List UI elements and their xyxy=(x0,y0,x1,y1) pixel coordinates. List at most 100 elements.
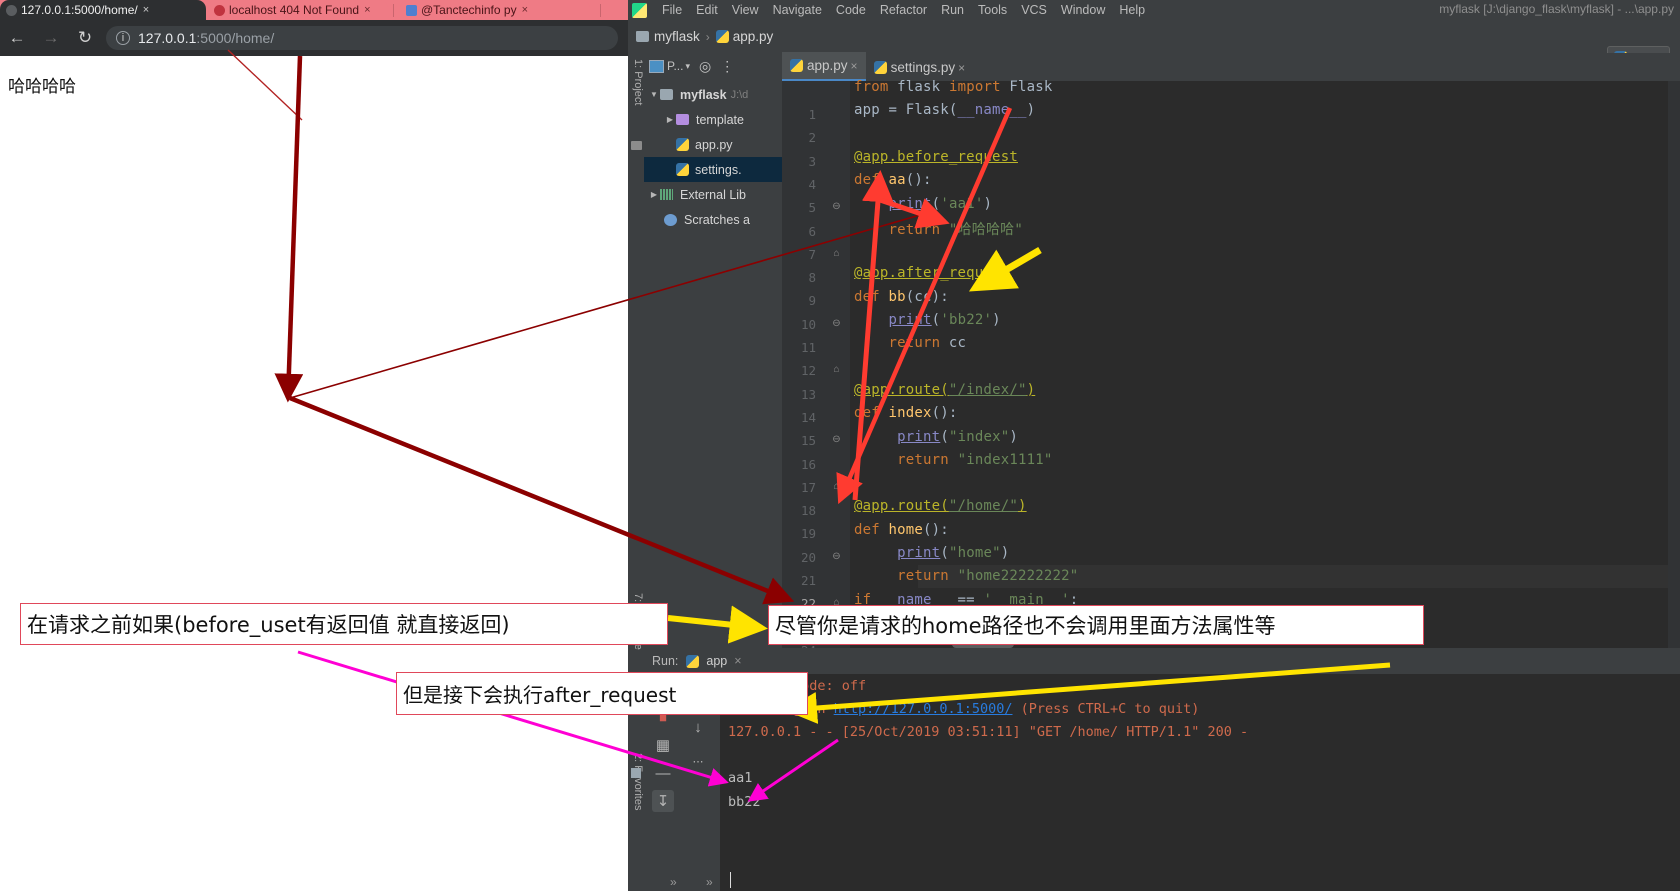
line-number: 4 xyxy=(808,176,816,192)
tree-item-settings-py[interactable]: settings. xyxy=(644,157,782,182)
menu-item-file[interactable]: File xyxy=(655,3,689,17)
menu-item-tools[interactable]: Tools xyxy=(971,3,1014,17)
breadcrumb-project[interactable]: myflask xyxy=(654,29,700,44)
menu-item-view[interactable]: View xyxy=(725,3,766,17)
chevron-down-icon[interactable]: ▼ xyxy=(648,90,660,99)
close-icon[interactable]: × xyxy=(958,61,965,75)
menu-item-refactor[interactable]: Refactor xyxy=(873,3,934,17)
line-number: 3 xyxy=(808,153,816,169)
tab-favicon-icon xyxy=(214,4,225,16)
browser-tab-label: 127.0.0.1:5000/home/ xyxy=(21,3,138,17)
code-line: print('aa1') xyxy=(888,195,993,212)
line-number: 21 xyxy=(800,573,816,588)
menu-item-edit[interactable]: Edit xyxy=(689,3,725,17)
tab-favicon-icon xyxy=(6,4,17,16)
editor-tab-settings-py[interactable]: settings.py × xyxy=(866,54,974,81)
address-bar[interactable]: i 127.0.0.1:5000/home/ xyxy=(106,26,618,50)
folder-icon xyxy=(676,114,689,125)
tab-close-icon[interactable]: × xyxy=(522,4,528,16)
line-number: 20 xyxy=(800,549,816,565)
project-view-icon xyxy=(649,59,664,73)
breadcrumb-toolbar: myflask › app.py app ▾ xyxy=(628,20,1680,69)
sidebar-item-project[interactable]: 1: Project xyxy=(628,59,644,105)
expand-right-icon[interactable]: » xyxy=(706,875,713,889)
scroll-to-end-icon[interactable]: ↧ xyxy=(652,790,674,812)
menu-item-run[interactable]: Run xyxy=(934,3,971,17)
minimize-icon[interactable]: — xyxy=(652,762,674,784)
tree-item-path: J:\d xyxy=(730,88,749,101)
menu-item-window[interactable]: Window xyxy=(1054,3,1112,17)
code-line: print("index") xyxy=(897,428,1018,445)
fold-toggle-icon[interactable]: ⊖ xyxy=(831,551,842,562)
site-info-icon[interactable]: i xyxy=(116,31,130,45)
fold-toggle-icon[interactable]: ⊖ xyxy=(831,318,842,329)
editor-marker-bar[interactable] xyxy=(1668,81,1680,648)
fold-toggle-icon[interactable]: ⌂ xyxy=(831,364,842,375)
fold-toggle-icon[interactable]: ⌂ xyxy=(831,248,842,259)
chevron-right-icon[interactable]: ▶ xyxy=(648,190,660,199)
soft-wrap-icon[interactable]: ⋯ xyxy=(687,750,709,772)
console-line: 127.0.0.1 - - [25/Oct/2019 03:51:11] "GE… xyxy=(728,724,1249,740)
tree-item-label: template xyxy=(696,112,744,127)
page-viewport: 哈哈哈哈 xyxy=(0,56,628,891)
fold-toggle-icon[interactable]: ⊖ xyxy=(831,201,842,212)
close-icon[interactable]: × xyxy=(734,654,741,668)
console-line: bb22 xyxy=(728,794,761,810)
window-title: myflask [J:\django_flask\myflask] - ...\… xyxy=(1439,2,1674,16)
editor-tab-app-py[interactable]: app.py × xyxy=(782,52,866,81)
python-file-icon xyxy=(715,30,729,43)
url-host: 127.0.0.1 xyxy=(138,30,197,46)
code-line: def home(): xyxy=(854,521,949,538)
chevron-down-icon: ▾ xyxy=(685,60,690,71)
menu-item-code[interactable]: Code xyxy=(829,3,873,17)
locate-target-icon[interactable]: ◎ xyxy=(699,58,711,75)
down-icon[interactable]: ↓ xyxy=(687,716,709,738)
tree-item-templates[interactable]: ▶ template xyxy=(644,107,782,132)
project-view-selector[interactable]: P... ▾ xyxy=(649,59,690,73)
pycharm-logo-icon xyxy=(632,2,647,18)
tree-item-scratches[interactable]: Scratches a xyxy=(644,207,782,232)
tab-close-icon[interactable]: × xyxy=(143,4,149,16)
tree-item-myflask[interactable]: ▼ myflask J:\d xyxy=(644,82,782,107)
pycharm-window: File Edit View Navigate Code Refactor Ru… xyxy=(628,0,1680,891)
code-line: def aa(): xyxy=(854,172,932,189)
print-icon[interactable]: ▦ xyxy=(652,734,674,756)
run-panel-header: Run: app × xyxy=(644,648,1680,674)
browser-tab-1[interactable]: localhost 404 Not Found × xyxy=(208,0,388,20)
tree-item-external-libraries[interactable]: ▶ External Lib xyxy=(644,182,782,207)
editor-gutter[interactable]: 1 2 3 4 5 ⊖ 6 7 ⌂ 8 9 10 ⊖ 11 12 ⌂ 13 14 15 ⊖ 16 17 ⌂ 18 19 20 ⊖ 21… xyxy=(782,81,850,658)
project-view-label: P... xyxy=(667,59,684,73)
reload-icon[interactable]: ↻ xyxy=(68,21,102,55)
chevron-right-icon: › xyxy=(705,29,710,44)
browser-tab-2[interactable]: @Tanctechinfo py × xyxy=(400,0,590,20)
folder-icon xyxy=(636,31,649,42)
tree-item-app-py[interactable]: app.py xyxy=(644,132,782,157)
console-link[interactable]: http://127.0.0.1:5000/ xyxy=(834,701,1013,717)
back-icon[interactable]: ← xyxy=(0,21,34,55)
editor-tab-label: app.py xyxy=(807,58,848,73)
code-editor[interactable]: from flask import Flask app = Flask(__nam… xyxy=(850,79,1680,648)
fold-toggle-icon[interactable]: ⊖ xyxy=(831,434,842,445)
close-icon[interactable]: × xyxy=(851,59,858,73)
menu-item-navigate[interactable]: Navigate xyxy=(766,3,829,17)
forward-icon[interactable]: → xyxy=(34,21,68,55)
tool-window-strip: 1: Project 7: Structure 2: Favorites ★ xyxy=(628,53,645,891)
collapse-all-icon[interactable]: ⋮ xyxy=(720,58,734,75)
tab-close-icon[interactable]: × xyxy=(364,4,370,16)
browser-tab-0[interactable]: 127.0.0.1:5000/home/ × xyxy=(0,0,206,20)
code-line: @app.route("/home/") xyxy=(854,498,1027,515)
run-console[interactable]: * Debug mode: off * Running on http://12… xyxy=(720,674,1680,891)
line-number: 5 xyxy=(808,200,816,216)
code-line: print("home") xyxy=(897,545,1010,561)
project-small-icon xyxy=(631,141,642,150)
chevron-right-icon[interactable]: ▶ xyxy=(664,115,676,124)
code-line: @app.after_request xyxy=(854,265,1010,282)
menu-item-vcs[interactable]: VCS xyxy=(1014,3,1054,17)
tree-item-label: Scratches a xyxy=(684,212,751,227)
sidebar-item-favorites[interactable]: 2: Favorites xyxy=(628,753,644,810)
expand-left-icon[interactable]: » xyxy=(670,875,677,889)
fold-toggle-icon[interactable]: ⌂ xyxy=(831,481,842,492)
menu-item-help[interactable]: Help xyxy=(1112,3,1152,17)
editor-area: app.py × settings.py × 1 2 3 4 5 ⊖ 6 7 ⌂ 8 9 10 ⊖ 11 1… xyxy=(782,52,1680,658)
breadcrumb-file[interactable]: app.py xyxy=(733,29,774,44)
